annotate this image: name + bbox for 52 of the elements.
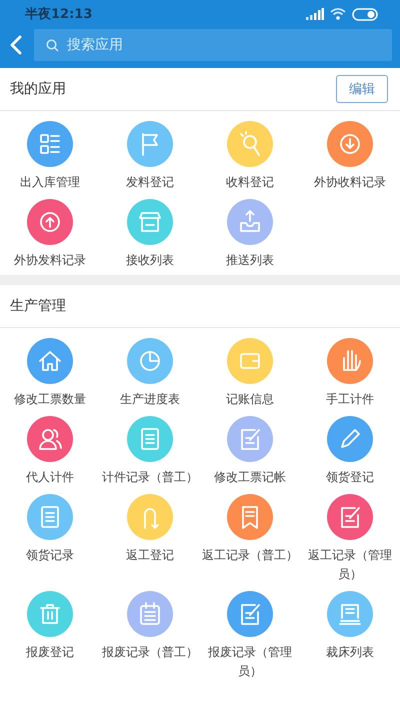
pencil-icon[interactable] xyxy=(327,416,373,462)
app-label: 裁床列表 xyxy=(326,644,374,661)
house-icon[interactable] xyxy=(27,338,73,384)
edit-icon[interactable] xyxy=(227,416,273,462)
app-label: 记账信息 xyxy=(226,391,274,408)
document-icon[interactable] xyxy=(127,416,173,462)
list-icon[interactable] xyxy=(27,121,73,167)
app-label: 代人计件 xyxy=(26,469,74,486)
app-label: 报废记录（普工） xyxy=(102,644,198,661)
section-title: 我的应用 xyxy=(10,80,66,98)
back-icon xyxy=(10,35,22,55)
book-icon[interactable] xyxy=(327,591,373,637)
flag-icon[interactable] xyxy=(127,121,173,167)
section-title: 生产管理 xyxy=(10,297,66,315)
calendar-icon[interactable] xyxy=(127,591,173,637)
app-label: 返工记录（普工） xyxy=(202,547,298,564)
app-label: 返工记录（管理员） xyxy=(307,547,393,583)
trash-icon[interactable] xyxy=(27,591,73,637)
app-label: 外协收料记录 xyxy=(314,174,386,191)
app-label: 接收列表 xyxy=(126,252,174,269)
people-icon[interactable] xyxy=(27,416,73,462)
hand-icon[interactable] xyxy=(327,338,373,384)
wallet-icon[interactable] xyxy=(227,338,273,384)
wifi-icon xyxy=(330,8,346,20)
document-icon[interactable] xyxy=(27,494,73,540)
app-label: 修改工票数量 xyxy=(14,391,86,408)
chart-icon[interactable] xyxy=(127,338,173,384)
app-label: 收料登记 xyxy=(226,174,274,191)
app-label: 推送列表 xyxy=(226,252,274,269)
app-label: 报废登记 xyxy=(26,644,74,661)
app-label: 出入库管理 xyxy=(20,174,80,191)
battery-icon xyxy=(352,8,378,20)
tray-icon[interactable] xyxy=(227,199,273,245)
edit-icon[interactable] xyxy=(227,591,273,637)
app-label: 领货记录 xyxy=(26,547,74,564)
app-label: 修改工票记帐 xyxy=(214,469,286,486)
app-label: 计件记录（普工） xyxy=(102,469,198,486)
status-time: 半夜12:13 xyxy=(25,6,92,23)
back-button[interactable] xyxy=(8,35,24,55)
search-field[interactable]: 搜索应用 xyxy=(34,29,392,61)
app-label: 生产进度表 xyxy=(120,391,180,408)
store-icon[interactable] xyxy=(127,199,173,245)
app-label: 发料登记 xyxy=(126,174,174,191)
edit-icon[interactable] xyxy=(327,494,373,540)
signal-icon xyxy=(306,8,324,20)
edit-button[interactable]: 编辑 xyxy=(336,75,388,103)
app-label: 返工登记 xyxy=(126,547,174,564)
app-label: 领货登记 xyxy=(326,469,374,486)
app-label: 手工计件 xyxy=(326,391,374,408)
bookmark-icon[interactable] xyxy=(227,494,273,540)
app-label: 报废记录（管理员） xyxy=(207,644,293,680)
app-label: 外协发料记录 xyxy=(14,252,86,269)
